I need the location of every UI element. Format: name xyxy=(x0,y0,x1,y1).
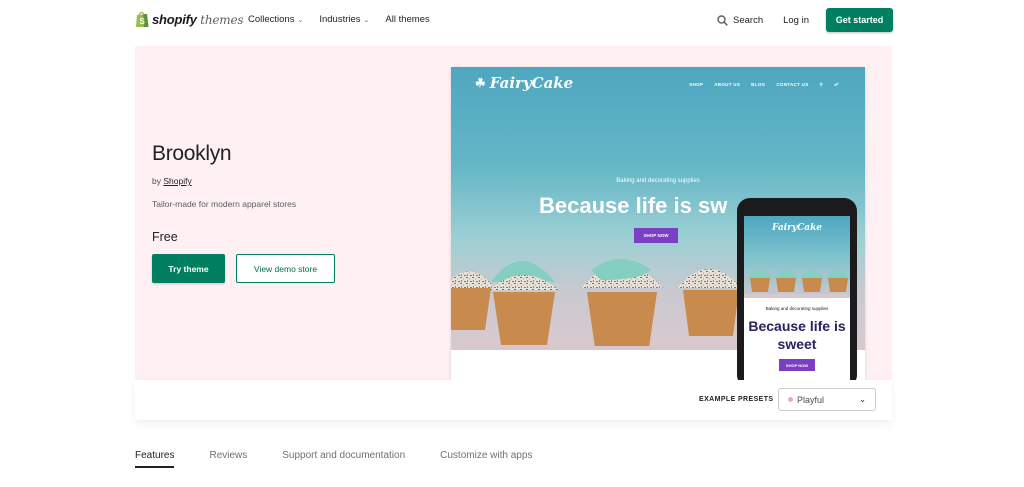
cart-icon: ☍ xyxy=(834,82,839,87)
example-presets-label: EXAMPLE PRESETS xyxy=(699,396,774,403)
mobile-preview: FairyCake Baking and decorating supplies… xyxy=(737,198,857,388)
site-header: S shopify themes Collections ⌄ Industrie… xyxy=(0,0,1024,42)
author-link[interactable]: Shopify xyxy=(163,176,191,186)
chevron-down-icon: ⌄ xyxy=(297,16,304,24)
nav-collections-label: Collections xyxy=(248,14,295,25)
nav-industries[interactable]: Industries ⌄ xyxy=(319,14,369,25)
hero-buttons: Try theme View demo store xyxy=(152,254,335,283)
preview-shop-now-button: SHOP NOW xyxy=(634,228,678,243)
search-button[interactable]: Search xyxy=(717,15,763,26)
theme-title: Brooklyn xyxy=(152,142,232,165)
theme-author-line: by Shopify xyxy=(152,176,335,186)
logo-suffix: themes xyxy=(200,13,244,27)
chevron-down-icon: ⌄ xyxy=(859,395,866,404)
preview-store-name: FairyCake xyxy=(489,74,574,92)
preview-subtitle: Baking and decorating supplies xyxy=(616,178,700,184)
preset-color-dot xyxy=(788,397,793,402)
mobile-hero-image: FairyCake xyxy=(744,216,850,298)
theme-tabs: Features Reviews Support and documentati… xyxy=(135,450,532,468)
login-link[interactable]: Log in xyxy=(783,15,809,26)
nav-all-themes[interactable]: All themes xyxy=(385,14,429,25)
tab-customize-with-apps[interactable]: Customize with apps xyxy=(440,450,532,468)
theme-hero: Brooklyn by Shopify Tailor-made for mode… xyxy=(135,46,892,388)
get-started-button[interactable]: Get started xyxy=(826,8,893,32)
mobile-store-name: FairyCake xyxy=(771,223,823,233)
preview-nav-contact: CONTACT US xyxy=(776,82,809,87)
search-icon: ⚲ xyxy=(819,82,824,87)
search-label: Search xyxy=(733,14,764,26)
main-nav: Collections ⌄ Industries ⌄ All themes xyxy=(248,14,430,25)
theme-tagline: Tailor-made for modern apparel stores xyxy=(152,199,297,209)
theme-price: Free xyxy=(152,230,178,244)
by-prefix: by xyxy=(152,176,161,186)
nav-all-themes-label: All themes xyxy=(385,14,430,25)
theme-info: Brooklyn by Shopify Tailor-made for mode… xyxy=(152,142,335,283)
header-actions: Search Log in Get started xyxy=(717,8,893,32)
chevron-down-icon: ⌄ xyxy=(363,16,370,24)
preview-nav-shop: SHOP xyxy=(689,82,704,87)
mobile-headline: Because life is sweet xyxy=(748,318,846,352)
mobile-cupcakes-image xyxy=(744,270,850,298)
preview-nav-about: ABOUT US xyxy=(714,82,741,87)
tab-features[interactable]: Features xyxy=(135,450,175,468)
preview-nav: SHOP ABOUT US BLOG CONTACT US ⚲ ☍ xyxy=(689,82,839,88)
view-demo-store-button[interactable]: View demo store xyxy=(236,254,335,283)
presets-selected-value: Playful xyxy=(797,394,825,405)
tab-reviews[interactable]: Reviews xyxy=(209,450,247,468)
try-theme-button[interactable]: Try theme xyxy=(152,254,225,283)
mobile-shop-now-button: SHOP NOW xyxy=(779,359,815,371)
nav-industries-label: Industries xyxy=(319,14,361,25)
cupcake-icon: ☘ xyxy=(475,76,486,90)
shopify-bag-icon: S xyxy=(136,11,149,27)
mobile-subtitle: Baking and decorating supplies xyxy=(765,306,829,311)
svg-text:S: S xyxy=(140,17,146,26)
nav-collections[interactable]: Collections ⌄ xyxy=(248,14,303,25)
shopify-themes-logo[interactable]: S shopify themes xyxy=(135,11,244,28)
search-icon xyxy=(717,14,728,26)
mobile-screen: FairyCake Baking and decorating supplies… xyxy=(744,216,850,388)
tab-support-documentation[interactable]: Support and documentation xyxy=(282,450,405,468)
preview-nav-blog: BLOG xyxy=(751,82,766,87)
example-presets-bar: EXAMPLE PRESETS Playful ⌄ xyxy=(135,380,892,420)
presets-select[interactable]: Playful ⌄ xyxy=(778,388,876,411)
preview-headline: Because life is sw xyxy=(539,193,728,218)
preview-store-logo: ☘ FairyCake xyxy=(475,74,573,92)
logo-brand: shopify xyxy=(152,12,197,27)
